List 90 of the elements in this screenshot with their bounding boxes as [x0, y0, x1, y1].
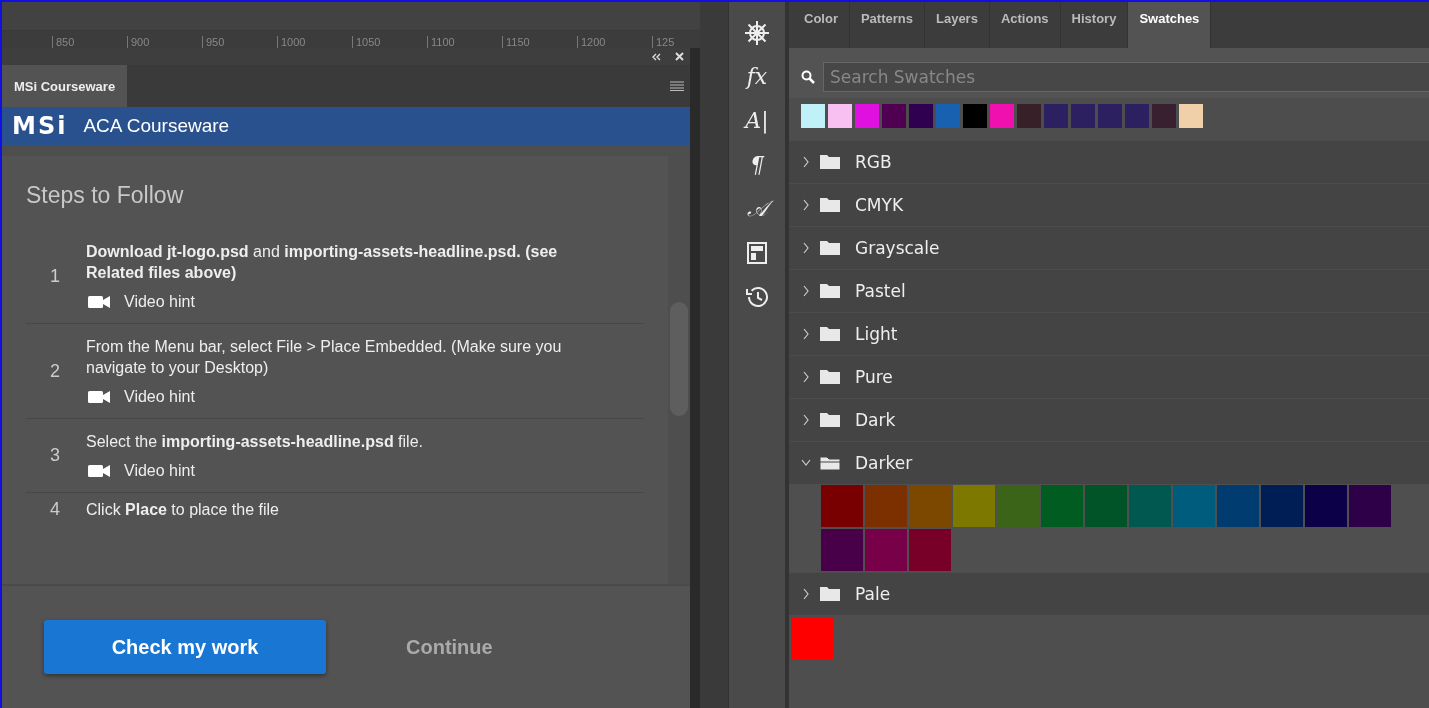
search-field[interactable]: Search Swatches: [823, 62, 1429, 92]
color-swatch[interactable]: [801, 104, 825, 128]
video-camera-icon[interactable]: [88, 464, 110, 478]
step-number: 1: [49, 265, 61, 287]
color-swatch[interactable]: [936, 104, 960, 128]
video-hint-link[interactable]: Video hint: [124, 388, 195, 406]
chevron-right-icon[interactable]: [801, 588, 811, 600]
color-swatch[interactable]: [821, 529, 863, 571]
color-swatch[interactable]: [909, 529, 951, 571]
tool-glyph-icon[interactable]: fx: [742, 61, 772, 93]
panel-tab[interactable]: Swatches: [1128, 2, 1212, 48]
color-swatch[interactable]: [865, 485, 907, 527]
video-hint-link[interactable]: Video hint: [124, 293, 195, 311]
chevron-right-icon[interactable]: [801, 328, 811, 340]
color-swatch[interactable]: [1349, 485, 1391, 527]
color-swatch[interactable]: [963, 104, 987, 128]
check-my-work-button[interactable]: Check my work: [44, 620, 326, 674]
swatch-group-name[interactable]: Light: [855, 324, 898, 344]
color-swatch[interactable]: [1129, 485, 1171, 527]
panel-tab[interactable]: MSi Courseware: [2, 65, 128, 107]
color-swatch[interactable]: [909, 104, 933, 128]
step-text: Download jt-logo.psd and importing-assets-headline.psd. (see Related files above): [86, 242, 559, 283]
color-swatch[interactable]: [1125, 104, 1149, 128]
color-swatch[interactable]: [1261, 485, 1303, 527]
history-icon[interactable]: [744, 285, 770, 309]
color-swatch[interactable]: [1152, 104, 1176, 128]
chevron-right-icon[interactable]: [801, 156, 811, 168]
step-text: From the Menu bar, select File > Place Embedded. (Make sure you navigate to your Desktop): [86, 337, 563, 378]
color-swatch[interactable]: [997, 485, 1039, 527]
folder-icon: [819, 369, 841, 385]
color-swatch[interactable]: [1017, 104, 1041, 128]
step-number: 3: [49, 445, 61, 466]
color-swatch[interactable]: [1098, 104, 1122, 128]
layout-icon[interactable]: [747, 242, 767, 264]
swatch-group-name[interactable]: Pale: [855, 584, 891, 604]
folder-icon: [819, 412, 841, 428]
color-swatch[interactable]: [1179, 104, 1203, 128]
color-swatch[interactable]: [1217, 485, 1259, 527]
video-hint-link[interactable]: Video hint: [124, 462, 195, 480]
video-camera-icon[interactable]: [88, 295, 110, 309]
step-text: Click Place to place the file: [86, 500, 279, 520]
folder-icon: [819, 326, 841, 342]
folder-icon: [819, 154, 841, 170]
color-swatch[interactable]: [1173, 485, 1215, 527]
tool-glyph-icon[interactable]: 𝒜: [742, 193, 772, 225]
tool-glyph-icon[interactable]: ¶: [746, 149, 768, 181]
steps-heading: Steps to Follow: [26, 181, 185, 210]
swatch-group-name[interactable]: Grayscale: [855, 238, 940, 258]
folder-icon: [819, 455, 841, 471]
swatch-group-name[interactable]: Pure: [855, 367, 893, 387]
folder-icon: [819, 197, 841, 213]
chevron-right-icon[interactable]: [801, 371, 811, 383]
chevron-right-icon[interactable]: [801, 242, 811, 254]
color-swatch[interactable]: [828, 104, 852, 128]
color-swatch[interactable]: [1044, 104, 1068, 128]
color-swatch[interactable]: [990, 104, 1014, 128]
color-swatch[interactable]: [791, 617, 833, 659]
video-camera-icon[interactable]: [88, 390, 110, 404]
step-number: 4: [49, 499, 61, 520]
banner-title: ACA Courseware: [83, 115, 230, 137]
swatch-group-name[interactable]: Darker: [855, 453, 913, 473]
color-swatch[interactable]: [1041, 485, 1083, 527]
logo: MSi: [12, 112, 68, 140]
search-icon: [801, 70, 815, 84]
chevron-right-icon[interactable]: [801, 199, 811, 211]
swatch-group-name[interactable]: CMYK: [855, 195, 904, 215]
step-number: 2: [49, 360, 61, 382]
step-text: Select the importing-assets-headline.psd file.: [86, 432, 423, 452]
color-swatch[interactable]: [882, 104, 906, 128]
color-swatch[interactable]: [821, 485, 863, 527]
chevron-right-icon[interactable]: [801, 414, 811, 426]
close-icon[interactable]: [675, 52, 684, 61]
color-swatch[interactable]: [855, 104, 879, 128]
chevron-right-icon[interactable]: [801, 285, 811, 297]
color-swatch[interactable]: [953, 485, 995, 527]
tool-glyph-icon[interactable]: A|: [741, 105, 773, 137]
swatch-group-name[interactable]: RGB: [855, 152, 892, 172]
swatch-group-name[interactable]: Pastel: [855, 281, 906, 301]
color-swatch[interactable]: [1071, 104, 1095, 128]
color-swatch[interactable]: [1305, 485, 1347, 527]
ship-wheel-icon[interactable]: [744, 20, 770, 46]
collapse-icon[interactable]: [651, 52, 661, 61]
color-swatch[interactable]: [1085, 485, 1127, 527]
folder-icon: [819, 283, 841, 299]
folder-icon: [819, 240, 841, 256]
color-swatch[interactable]: [909, 485, 951, 527]
color-swatch[interactable]: [865, 529, 907, 571]
menu-icon[interactable]: [670, 81, 684, 91]
swatch-group-name[interactable]: Dark: [855, 410, 896, 430]
folder-icon: [819, 586, 841, 602]
